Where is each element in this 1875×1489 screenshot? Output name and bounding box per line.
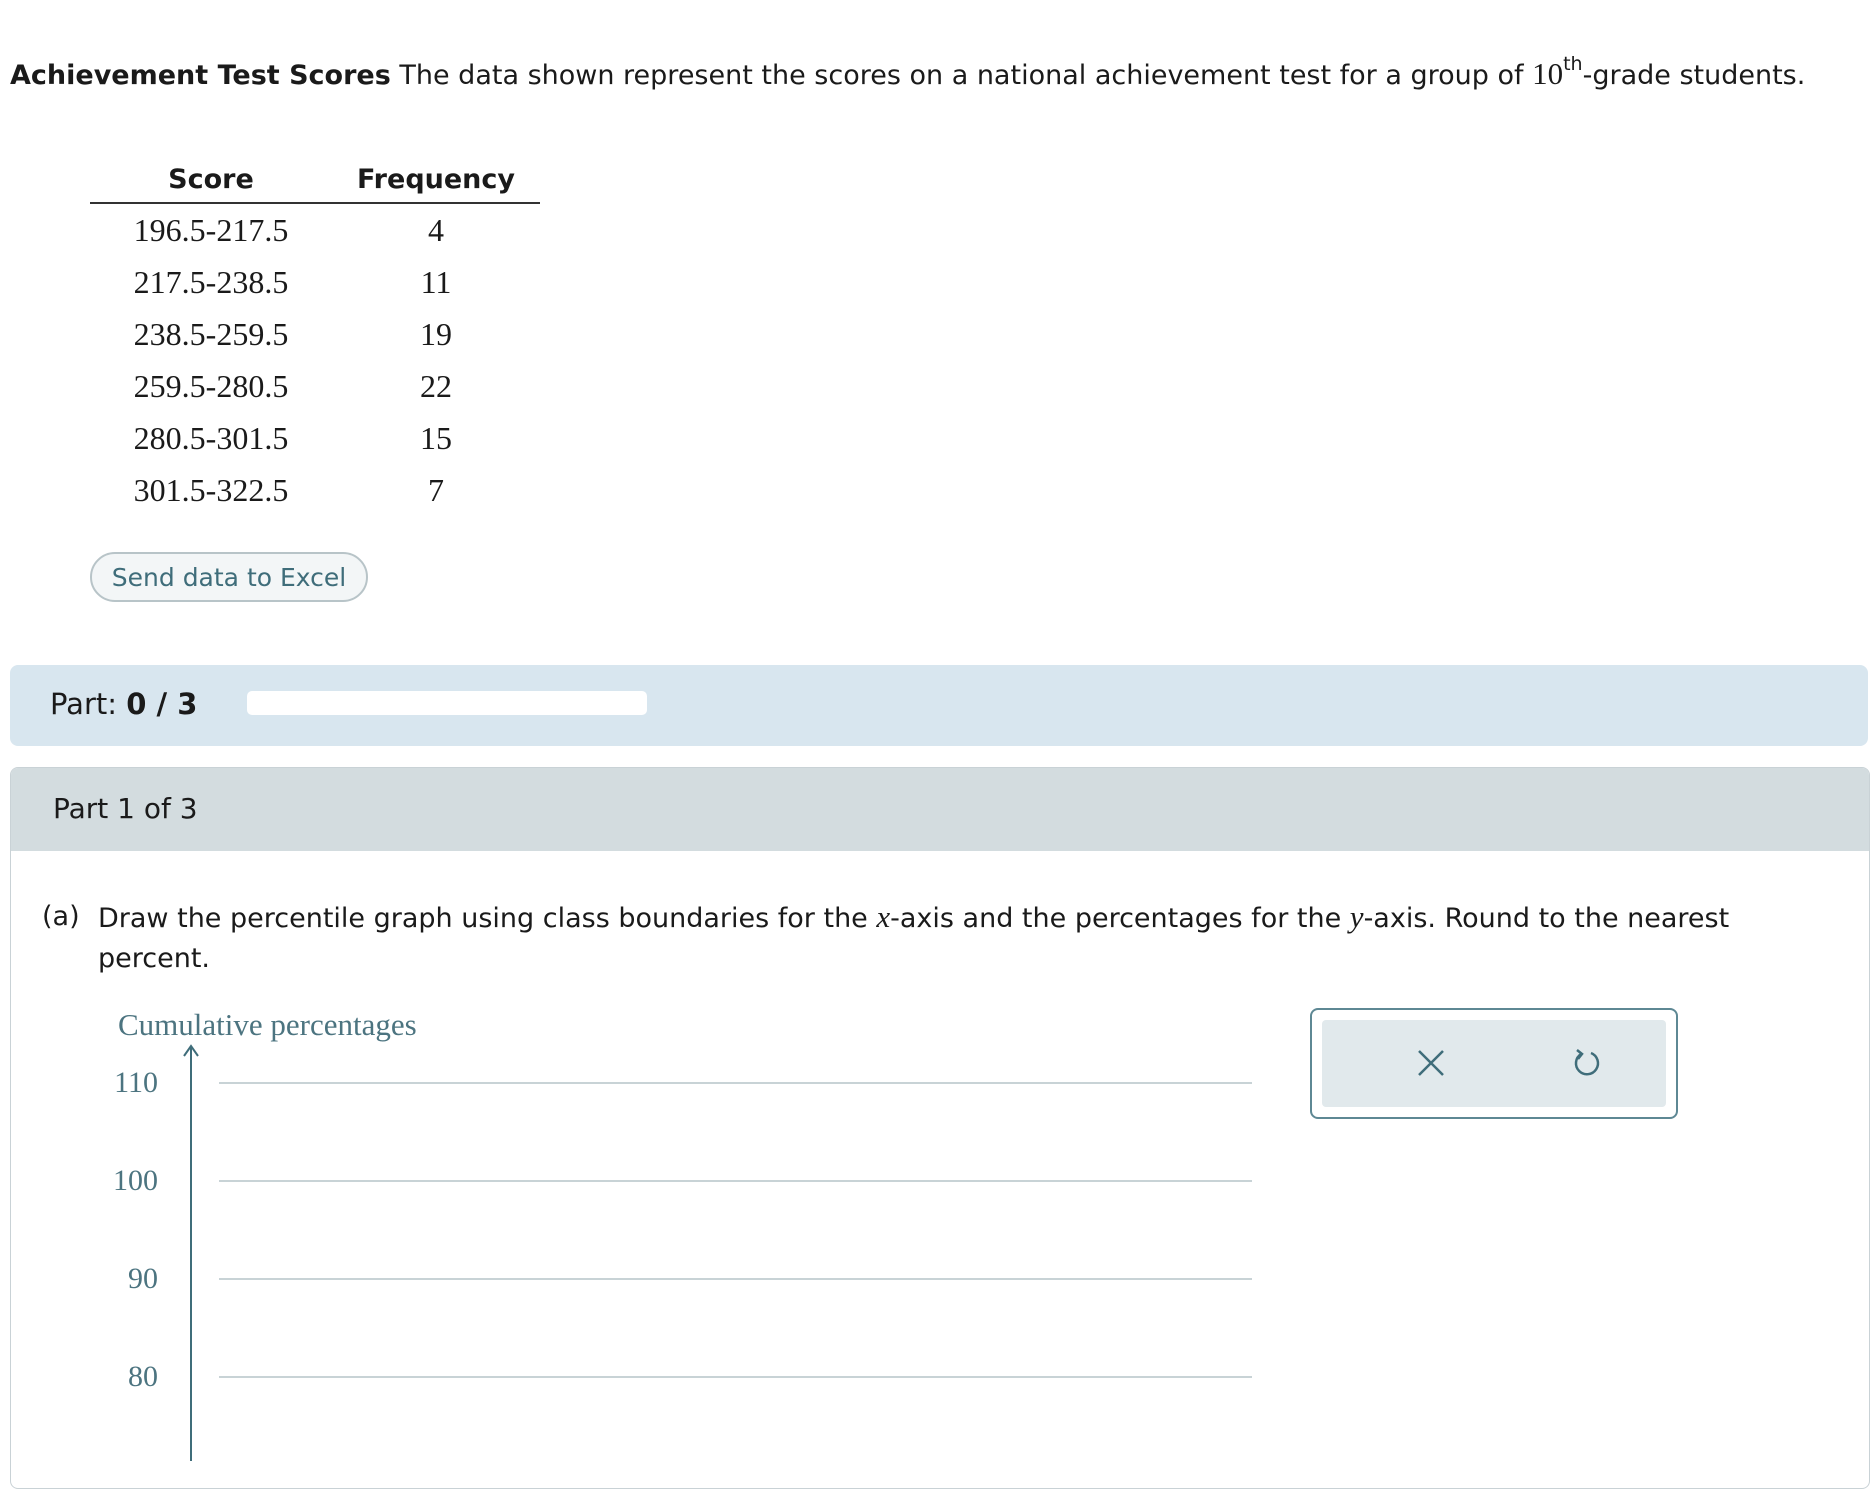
question-body: Draw the percentile graph using class bo… bbox=[98, 897, 1842, 979]
question-tag: (a) bbox=[42, 901, 80, 932]
table-row: 301.5-322.5 7 bbox=[90, 464, 540, 516]
table-header-row: Score Frequency bbox=[90, 158, 540, 204]
part-heading-bar: Part 1 of 3 bbox=[11, 768, 1869, 851]
grade-number: 10 bbox=[1532, 56, 1564, 91]
score-cell: 259.5-280.5 bbox=[133, 367, 289, 404]
frequency-cell: 11 bbox=[420, 263, 452, 300]
table-row: 217.5-238.5 11 bbox=[90, 256, 540, 308]
table-row: 238.5-259.5 19 bbox=[90, 308, 540, 360]
table-row: 280.5-301.5 15 bbox=[90, 412, 540, 464]
send-to-excel-button[interactable]: Send data to Excel bbox=[90, 552, 368, 602]
table-row: 196.5-217.5 4 bbox=[90, 203, 540, 256]
graph-toolbox bbox=[1310, 1008, 1678, 1119]
part-heading: Part 1 of 3 bbox=[53, 792, 198, 825]
part-card: Part 1 of 3 bbox=[10, 767, 1870, 1489]
part-progress-value: 0 / 3 bbox=[126, 687, 198, 721]
frequency-cell: 15 bbox=[420, 419, 452, 456]
progress-track bbox=[247, 691, 647, 715]
problem-intro: Achievement Test Scores The data shown r… bbox=[10, 48, 1850, 96]
clear-button[interactable] bbox=[1406, 1038, 1456, 1088]
header-frequency: Frequency bbox=[332, 158, 540, 204]
toolbox-inner bbox=[1322, 1020, 1666, 1107]
undo-icon bbox=[1574, 1049, 1600, 1076]
undo-button[interactable] bbox=[1562, 1038, 1612, 1088]
score-cell: 280.5-301.5 bbox=[133, 419, 289, 456]
table-row: 259.5-280.5 22 bbox=[90, 360, 540, 412]
score-cell: 217.5-238.5 bbox=[133, 263, 289, 300]
intro-text-before: The data shown represent the scores on a… bbox=[390, 60, 1533, 91]
score-cell: 301.5-322.5 bbox=[133, 471, 289, 508]
problem-title: Achievement Test Scores bbox=[10, 60, 391, 91]
x-variable: x bbox=[876, 899, 891, 934]
question-text: (a) Draw the percentile graph using clas… bbox=[42, 897, 1842, 979]
frequency-table: Score Frequency 196.5-217.5 4 217.5-238.5… bbox=[90, 158, 540, 516]
y-variable: y bbox=[1349, 899, 1364, 934]
frequency-cell: 19 bbox=[420, 315, 452, 352]
part-label-text: Part: bbox=[50, 687, 127, 721]
part-progress-bar: Part: 0 / 3 bbox=[10, 665, 1868, 746]
score-cell: 238.5-259.5 bbox=[133, 315, 289, 352]
frequency-cell: 4 bbox=[428, 211, 444, 248]
frequency-cell: 7 bbox=[428, 471, 444, 508]
question-pre: Draw the percentile graph using class bo… bbox=[98, 903, 877, 934]
intro-text-after: -grade students. bbox=[1582, 60, 1806, 91]
frequency-cell: 22 bbox=[420, 367, 452, 404]
grade-suffix: th bbox=[1563, 53, 1583, 75]
close-icon bbox=[1418, 1050, 1444, 1076]
part-progress-label: Part: 0 / 3 bbox=[50, 687, 197, 721]
score-cell: 196.5-217.5 bbox=[133, 211, 289, 248]
question-mid: -axis and the percentages for the bbox=[890, 903, 1350, 934]
header-score: Score bbox=[90, 158, 332, 204]
